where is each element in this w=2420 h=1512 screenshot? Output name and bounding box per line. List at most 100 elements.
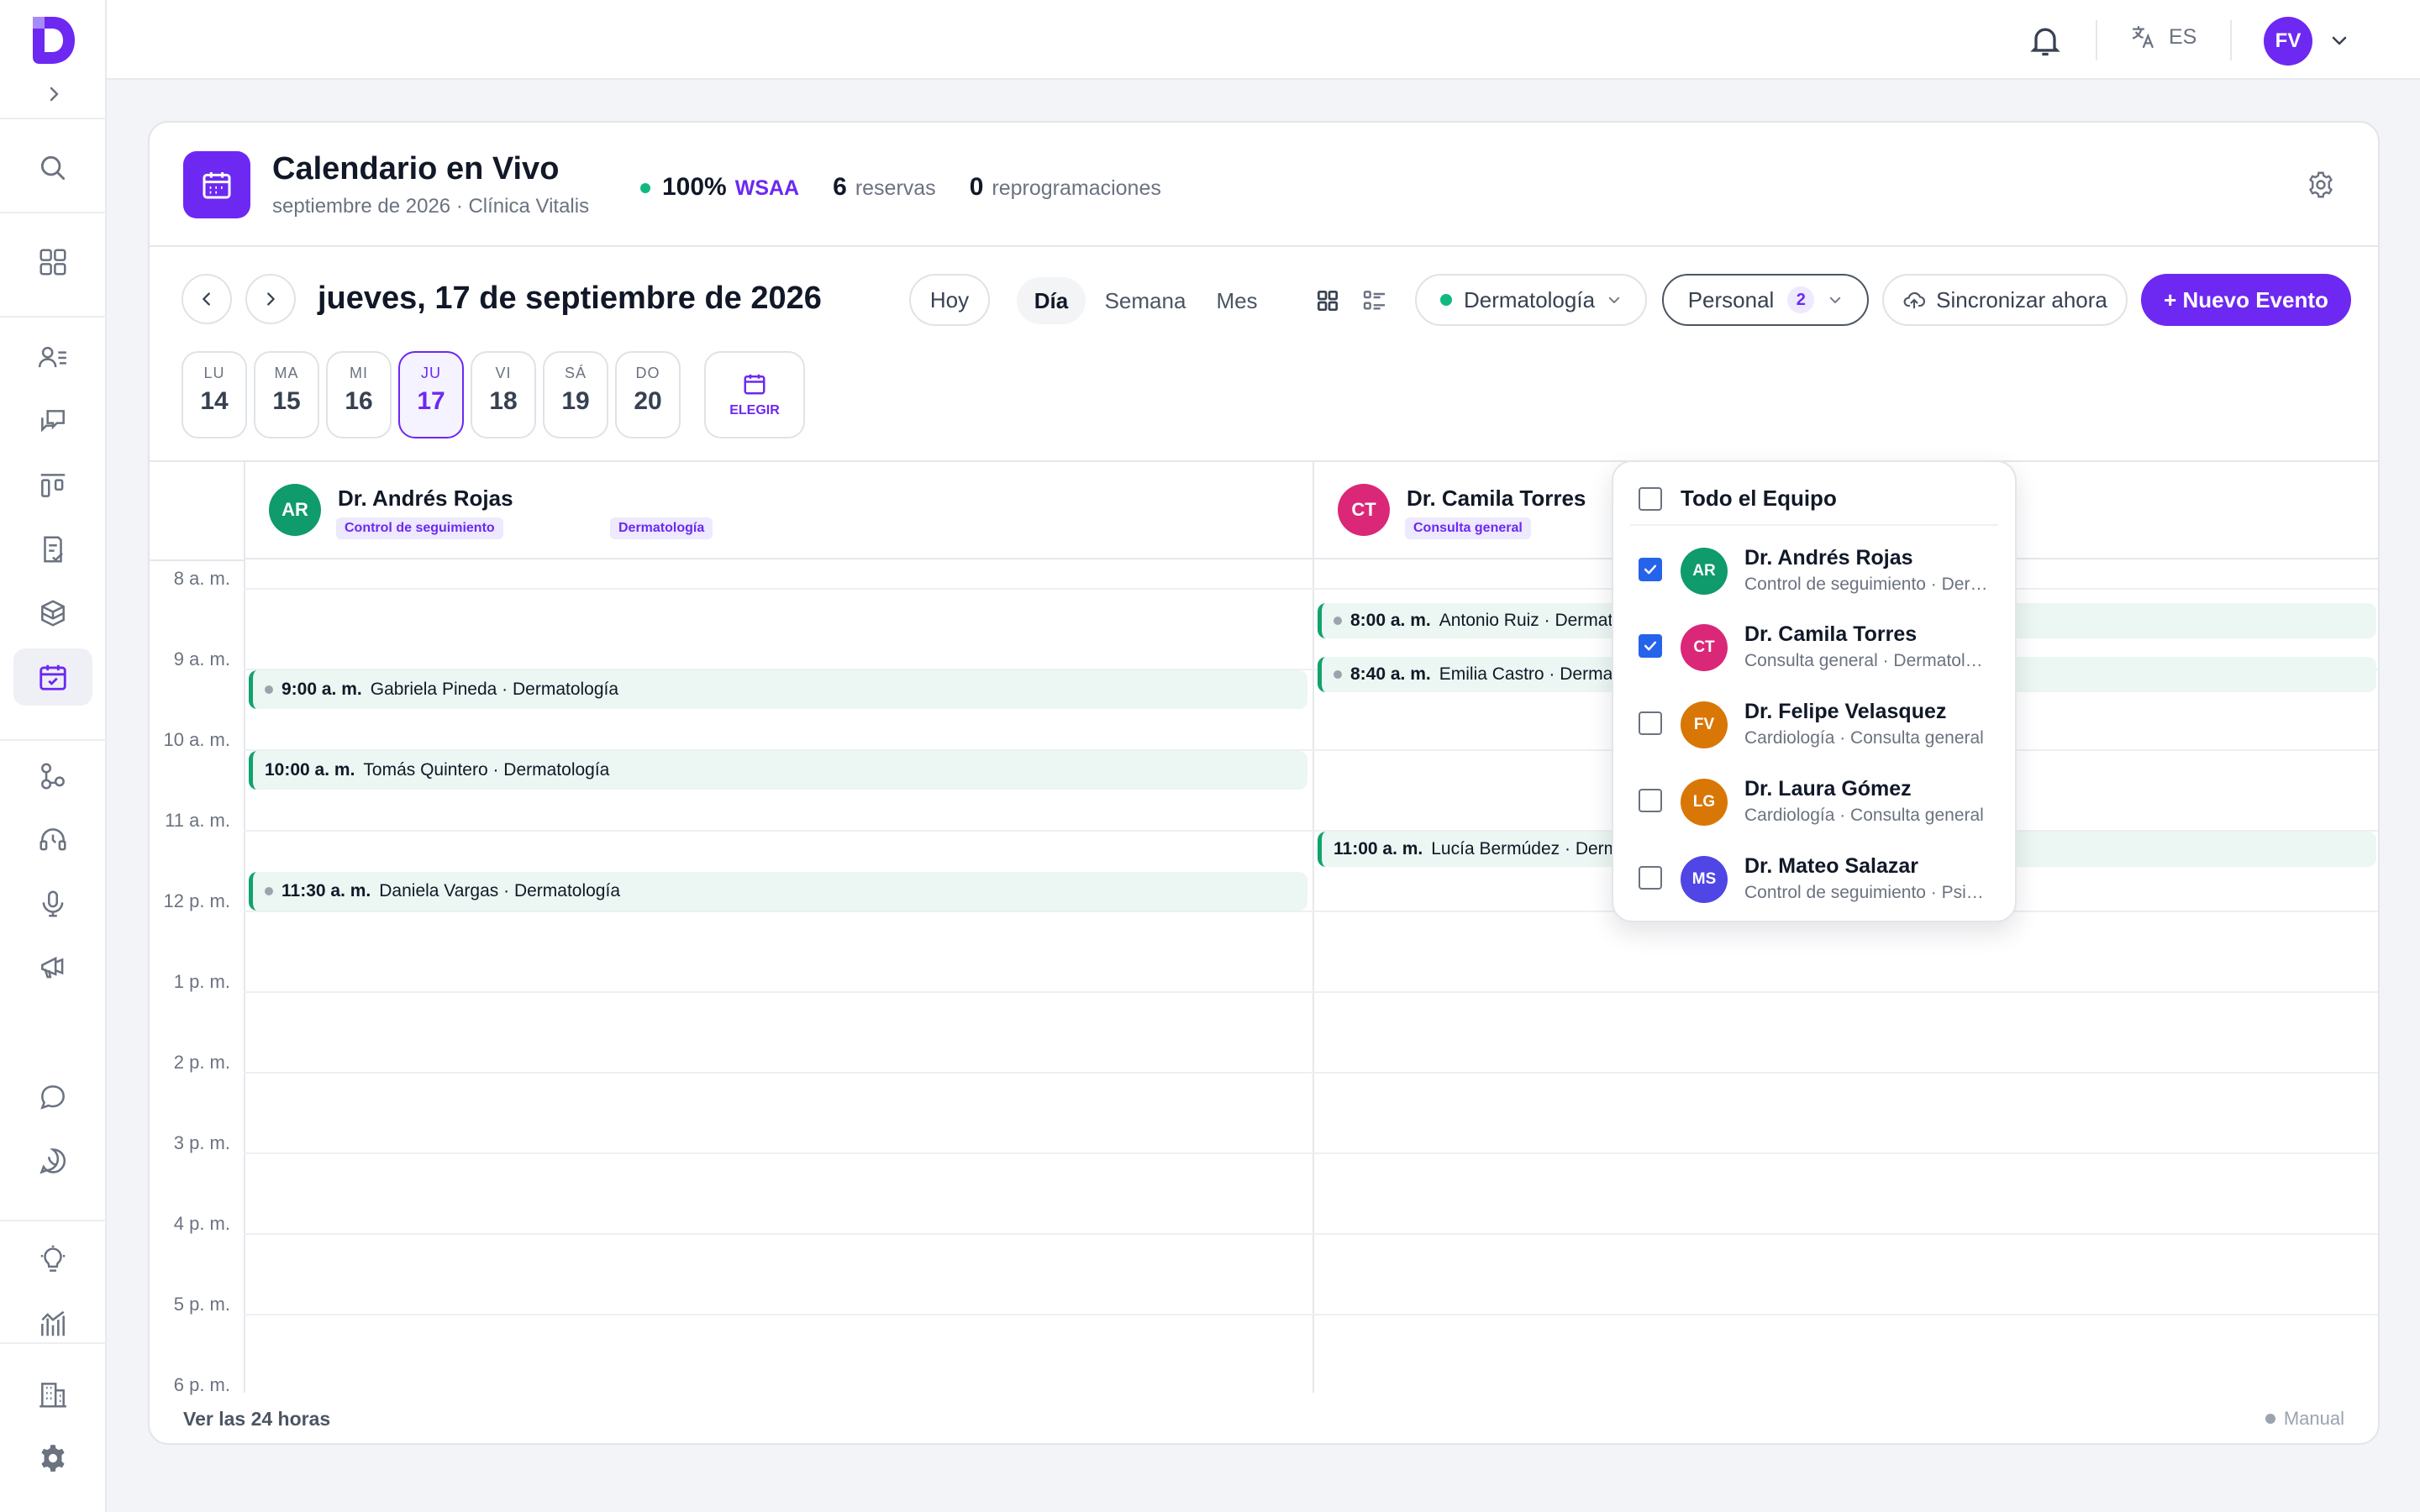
day-chip-thu[interactable]: JU 17 — [398, 351, 464, 438]
today-button[interactable]: Hoy — [909, 274, 990, 326]
sidebar-search[interactable] — [13, 139, 92, 197]
chevron-left-icon — [203, 292, 210, 306]
prev-day-button[interactable] — [182, 274, 232, 324]
cloud-upload-icon — [1903, 291, 1926, 309]
staff-option[interactable]: FV Dr. Felipe Velasquez Cardiología · Co… — [1639, 690, 2000, 757]
boxes-icon — [41, 600, 65, 627]
day-chip-fri[interactable]: VI 18 — [471, 351, 536, 438]
tab-day[interactable]: Día — [1017, 277, 1086, 324]
avatar: AR — [269, 484, 321, 536]
grid-view-icon[interactable] — [1314, 287, 1341, 314]
sync-mode-indicator: Manual — [2265, 1408, 2344, 1430]
sidebar-company[interactable] — [13, 1366, 92, 1423]
day-chip-weekday: DO — [635, 365, 660, 381]
staff-option[interactable]: LG Dr. Laura Gómez Cardiología · Consult… — [1639, 767, 2000, 834]
appointment-event[interactable]: 9:00 a. m. Gabriela Pineda · Dermatologí… — [249, 670, 1307, 709]
day-chip-sat[interactable]: SÁ 19 — [543, 351, 608, 438]
sidebar-tasks[interactable] — [13, 521, 92, 578]
appointment-event[interactable]: 11:30 a. m. Daniela Vargas · Dermatologí… — [249, 872, 1307, 911]
list-view-icon[interactable] — [1361, 287, 1388, 314]
event-status-dot — [265, 887, 273, 895]
checkbox[interactable] — [1639, 486, 1662, 511]
chat-bubbles-icon — [41, 410, 65, 433]
event-time: 10:00 a. m. — [265, 760, 355, 780]
checkbox-checked[interactable] — [1639, 634, 1662, 658]
sidebar-integrations[interactable] — [13, 748, 92, 805]
sidebar-inventory[interactable] — [13, 585, 92, 642]
user-avatar[interactable]: FV — [2264, 17, 2312, 66]
choose-date-button[interactable]: ELEGIR — [704, 351, 805, 438]
message-circle-icon — [40, 1085, 65, 1110]
sidebar-settings[interactable] — [13, 1430, 92, 1487]
day-chip-wed[interactable]: MI 16 — [326, 351, 392, 438]
day-chip-number: 20 — [634, 387, 662, 415]
sidebar-conversations[interactable] — [13, 393, 92, 450]
clipboard-check-icon — [44, 536, 63, 563]
staff-option[interactable]: MS Dr. Mateo Salazar Control de seguimie… — [1639, 844, 2000, 911]
app-logo[interactable] — [28, 13, 78, 67]
tab-month[interactable]: Mes — [1205, 277, 1269, 324]
language-selector[interactable]: ES — [2130, 24, 2196, 50]
hour-label: 8 a. m. — [173, 568, 230, 589]
day-chip-weekday: VI — [495, 365, 512, 381]
megaphone-icon — [41, 956, 64, 979]
checkbox[interactable] — [1639, 789, 1662, 812]
staff-filter[interactable]: Personal 2 — [1662, 274, 1869, 326]
see-24-hours-link[interactable]: Ver las 24 horas — [183, 1408, 330, 1431]
whatsapp-icon — [39, 1148, 66, 1174]
sidebar-contacts[interactable] — [13, 329, 92, 386]
day-chip-mon[interactable]: LU 14 — [182, 351, 247, 438]
notifications-bell-icon[interactable] — [2027, 22, 2064, 59]
sync-now-button[interactable]: Sincronizar ahora — [1882, 274, 2128, 326]
checkbox[interactable] — [1639, 711, 1662, 735]
staff-option-name: Dr. Mateo Salazar — [1744, 854, 1919, 878]
day-chip-tue[interactable]: MA 15 — [254, 351, 319, 438]
staff-option[interactable]: CT Dr. Camila Torres Consulta general · … — [1639, 612, 2000, 680]
topbar — [107, 0, 2420, 80]
settings-gear-icon[interactable] — [2306, 170, 2336, 200]
day-chip-number: 19 — [561, 387, 590, 415]
staff-option[interactable]: AR Dr. Andrés Rojas Control de seguimien… — [1639, 536, 2000, 603]
check-icon — [1644, 564, 1657, 575]
sidebar-support[interactable] — [13, 811, 92, 869]
sidebar-marketing[interactable] — [13, 939, 92, 996]
appointment-event[interactable]: 10:00 a. m. Tomás Quintero · Dermatologí… — [249, 751, 1307, 790]
chevron-down-icon — [1608, 297, 1620, 303]
event-title: Daniela Vargas · Dermatología — [379, 881, 621, 900]
sidebar-voice[interactable] — [13, 875, 92, 932]
sidebar-ideas[interactable] — [13, 1231, 92, 1289]
chevron-down-icon — [1830, 297, 1841, 303]
staff-filter-dropdown: Todo el Equipo AR Dr. Andrés Rojas Contr… — [1612, 460, 2017, 922]
bar-chart-icon — [41, 1310, 65, 1336]
service-tag: Control de seguimiento — [336, 517, 503, 539]
search-icon — [40, 155, 66, 181]
select-all-label: Todo el Equipo — [1681, 486, 1837, 511]
day-chip-number: 17 — [417, 387, 445, 415]
sidebar-messages[interactable] — [13, 1068, 92, 1126]
chevron-down-icon[interactable] — [2329, 30, 2349, 50]
specialty-filter[interactable]: Dermatología — [1415, 274, 1647, 326]
day-chip-sun[interactable]: DO 20 — [615, 351, 681, 438]
sidebar-pipeline[interactable] — [13, 457, 92, 514]
hour-label: 3 p. m. — [173, 1132, 230, 1153]
avatar: MS — [1681, 856, 1728, 903]
kanban-icon — [40, 474, 66, 497]
checkbox[interactable] — [1639, 866, 1662, 890]
select-all-team[interactable]: Todo el Equipo — [1639, 486, 1837, 512]
event-title: Tomás Quintero · Dermatología — [363, 760, 610, 780]
language-code: ES — [2169, 24, 2197, 49]
sidebar-whatsapp[interactable] — [13, 1132, 92, 1189]
expand-sidebar-icon[interactable] — [44, 84, 64, 104]
check-icon — [1644, 641, 1657, 651]
calendar-card: Calendario en Vivo septiembre de 2026 · … — [148, 121, 2380, 1445]
new-event-button[interactable]: + Nuevo Evento — [2141, 274, 2351, 326]
tab-week[interactable]: Semana — [1097, 277, 1193, 324]
sidebar-dashboard[interactable] — [13, 234, 92, 291]
next-day-button[interactable] — [245, 274, 296, 324]
headset-icon — [39, 828, 66, 851]
reschedules-label: reprogramaciones — [992, 176, 1161, 200]
sidebar-calendar[interactable] — [13, 648, 92, 706]
checkbox-checked[interactable] — [1639, 558, 1662, 581]
calendar-icon — [39, 664, 66, 690]
specialty-color-dot — [1439, 294, 1452, 306]
